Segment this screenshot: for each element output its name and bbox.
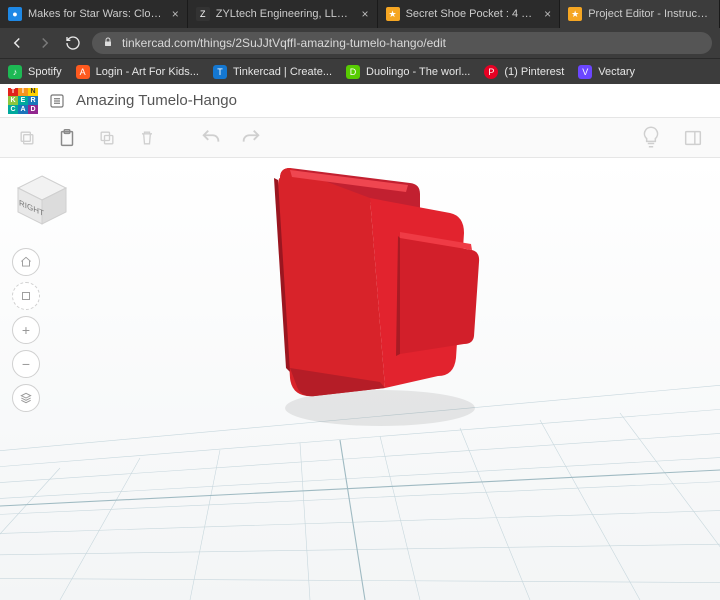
editor-toolbar <box>0 118 720 158</box>
browser-address-bar: tinkercad.com/things/2SuJJtVqffI-amazing… <box>0 28 720 58</box>
bookmark-item[interactable]: A Login - Art For Kids... <box>76 65 199 79</box>
tab-label: ZYLtech Engineering, LLC - Sho <box>216 8 356 20</box>
bookmark-item[interactable]: V Vectary <box>578 65 635 79</box>
bookmark-label: (1) Pinterest <box>504 66 564 78</box>
bookmark-item[interactable]: T Tinkercad | Create... <box>213 65 332 79</box>
workplane-canvas[interactable]: RIGHT + − <box>0 158 720 600</box>
duplicate-icon[interactable] <box>94 125 120 151</box>
ortho-toggle-button[interactable] <box>12 384 40 412</box>
browser-tab[interactable]: Z ZYLtech Engineering, LLC - Sho × <box>188 0 378 28</box>
paste-icon[interactable] <box>54 125 80 151</box>
tinkercad-logo[interactable]: TIN KER CAD <box>8 88 38 114</box>
delete-icon[interactable] <box>134 125 160 151</box>
app-header: TIN KER CAD Amazing Tumelo-Hango <box>0 84 720 118</box>
panel-toggle-icon[interactable] <box>680 125 706 151</box>
browser-tab[interactable]: ● Makes for Star Wars: Clone Ai... × <box>0 0 188 28</box>
tab-label: Project Editor - Instructables <box>588 8 711 20</box>
bookmark-item[interactable]: ♪ Spotify <box>8 65 62 79</box>
tab-favicon: Z <box>196 7 210 21</box>
browser-tab[interactable]: ★ Project Editor - Instructables <box>560 0 720 28</box>
bookmark-label: Tinkercad | Create... <box>233 66 332 78</box>
viewcube[interactable]: RIGHT <box>12 170 72 230</box>
tab-favicon: ● <box>8 7 22 21</box>
tinkercad-icon: T <box>213 65 227 79</box>
browser-tab-strip: ● Makes for Star Wars: Clone Ai... × Z Z… <box>0 0 720 28</box>
bookmark-item[interactable]: P (1) Pinterest <box>484 65 564 79</box>
bookmark-item[interactable]: D Duolingo - The worl... <box>346 65 470 79</box>
fit-view-button[interactable] <box>12 282 40 310</box>
bookmark-label: Login - Art For Kids... <box>96 66 199 78</box>
zoom-out-button[interactable]: − <box>12 350 40 378</box>
zoom-in-button[interactable]: + <box>12 316 40 344</box>
view-controls: + − <box>12 248 40 412</box>
forward-icon[interactable] <box>36 34 54 52</box>
vectary-icon: V <box>578 65 592 79</box>
pinterest-icon: P <box>484 65 498 79</box>
browser-tab[interactable]: ★ Secret Shoe Pocket : 4 Steps - × <box>378 0 561 28</box>
back-icon[interactable] <box>8 34 26 52</box>
tab-label: Makes for Star Wars: Clone Ai... <box>28 8 166 20</box>
bookmark-label: Vectary <box>598 66 635 78</box>
tab-favicon: ★ <box>386 7 400 21</box>
undo-icon[interactable] <box>198 125 224 151</box>
url-input[interactable]: tinkercad.com/things/2SuJJtVqffI-amazing… <box>92 32 712 54</box>
bookmarks-bar: ♪ Spotify A Login - Art For Kids... T Tinke… <box>0 58 720 84</box>
tab-favicon: ★ <box>568 7 582 21</box>
redo-icon[interactable] <box>238 125 264 151</box>
copy-icon[interactable] <box>14 125 40 151</box>
bookmark-label: Duolingo - The worl... <box>366 66 470 78</box>
tab-label: Secret Shoe Pocket : 4 Steps - <box>406 8 539 20</box>
close-icon[interactable]: × <box>544 7 551 21</box>
url-text: tinkercad.com/things/2SuJJtVqffI-amazing… <box>122 36 446 50</box>
design-menu-icon[interactable] <box>48 92 66 110</box>
close-icon[interactable]: × <box>362 7 369 21</box>
home-view-button[interactable] <box>12 248 40 276</box>
lock-icon <box>102 36 114 51</box>
bulb-icon[interactable] <box>638 124 666 152</box>
project-title[interactable]: Amazing Tumelo-Hango <box>76 92 237 109</box>
plus-icon: + <box>22 322 30 338</box>
minus-icon: − <box>22 356 30 372</box>
reload-icon[interactable] <box>64 34 82 52</box>
art-icon: A <box>76 65 90 79</box>
bookmark-label: Spotify <box>28 66 62 78</box>
duolingo-icon: D <box>346 65 360 79</box>
close-icon[interactable]: × <box>172 7 179 21</box>
model-shape[interactable] <box>250 158 510 438</box>
spotify-icon: ♪ <box>8 65 22 79</box>
